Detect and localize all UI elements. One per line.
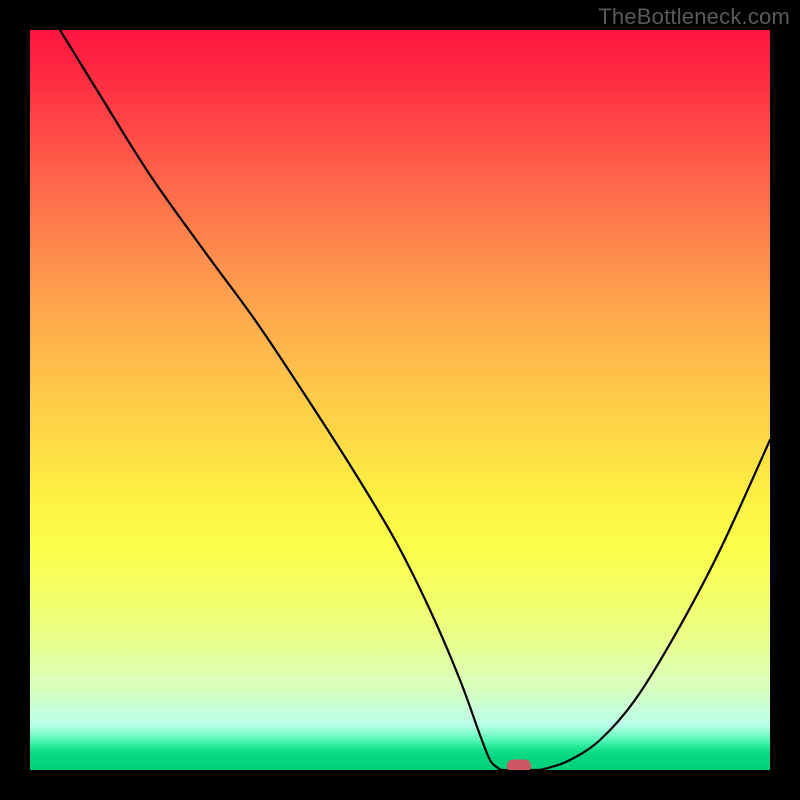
minimum-marker [507, 760, 531, 771]
curve-svg [30, 30, 770, 770]
watermark-text: TheBottleneck.com [598, 4, 790, 30]
bottleneck-curve [60, 30, 770, 770]
chart-frame: TheBottleneck.com [0, 0, 800, 800]
plot-area [30, 30, 770, 770]
